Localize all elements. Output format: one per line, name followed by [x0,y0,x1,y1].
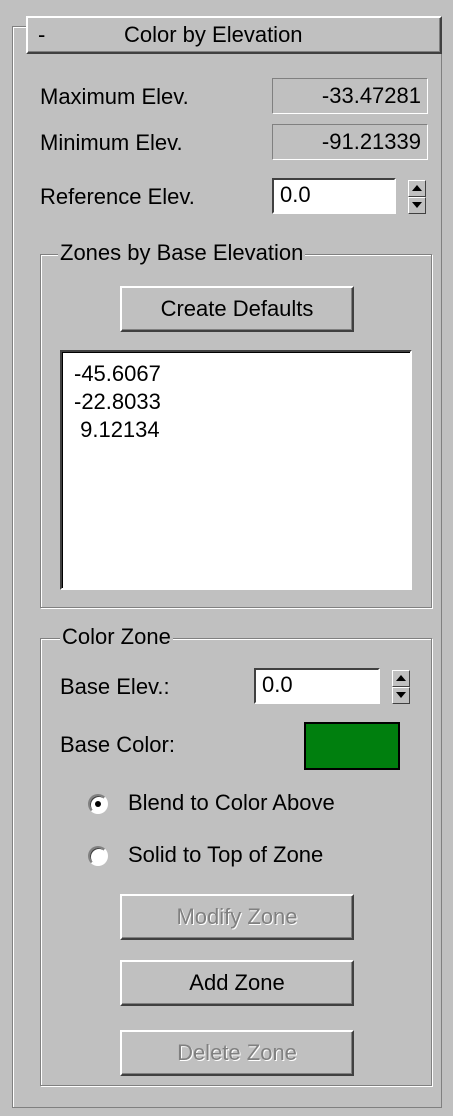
min-elev-readout: -91.21339 [272,124,428,160]
min-elev-label: Minimum Elev. [40,130,183,155]
base-elev-input[interactable]: 0.0 [254,668,380,704]
add-zone-button[interactable]: Add Zone [120,960,354,1006]
delete-zone-button[interactable]: Delete Zone [120,1030,354,1076]
spinner-down-button[interactable] [392,687,410,704]
color-zone-group-label: Color Zone [60,624,173,650]
spinner-up-button[interactable] [392,670,410,687]
rollout-title: Color by Elevation [124,22,303,47]
zones-listbox[interactable]: -45.6067 -22.8033 9.12134 [60,350,412,590]
solid-radio[interactable] [88,846,108,866]
max-elev-label: Maximum Elev. [40,84,189,109]
zone-list-item[interactable]: -22.8033 [62,388,410,416]
reference-elev-label: Reference Elev. [40,184,195,209]
collapse-icon: - [38,22,46,47]
reference-elev-input[interactable]: 0.0 [272,178,396,214]
blend-radio[interactable] [88,794,108,814]
base-elev-spinner[interactable] [392,670,410,704]
spinner-down-button[interactable] [408,197,426,214]
base-color-label: Base Color: [60,732,175,757]
zone-list-item[interactable]: 9.12134 [62,416,410,444]
spinner-up-button[interactable] [408,180,426,197]
arrow-down-icon [412,202,422,208]
base-color-swatch[interactable] [304,722,400,770]
max-elev-readout: -33.47281 [272,78,428,114]
reference-elev-spinner[interactable] [408,180,426,214]
arrow-up-icon [396,675,406,681]
modify-zone-button[interactable]: Modify Zone [120,894,354,940]
radio-selected-dot [95,801,101,807]
create-defaults-button[interactable]: Create Defaults [120,286,354,332]
zones-group-label: Zones by Base Elevation [58,240,306,266]
rollout-header-button[interactable]: - Color by Elevation [26,16,442,54]
arrow-down-icon [396,692,406,698]
zone-list-item[interactable]: -45.6067 [62,360,410,388]
solid-radio-label[interactable]: Solid to Top of Zone [128,842,323,868]
arrow-up-icon [412,185,422,191]
blend-radio-label[interactable]: Blend to Color Above [128,790,335,816]
base-elev-label: Base Elev.: [60,674,170,699]
